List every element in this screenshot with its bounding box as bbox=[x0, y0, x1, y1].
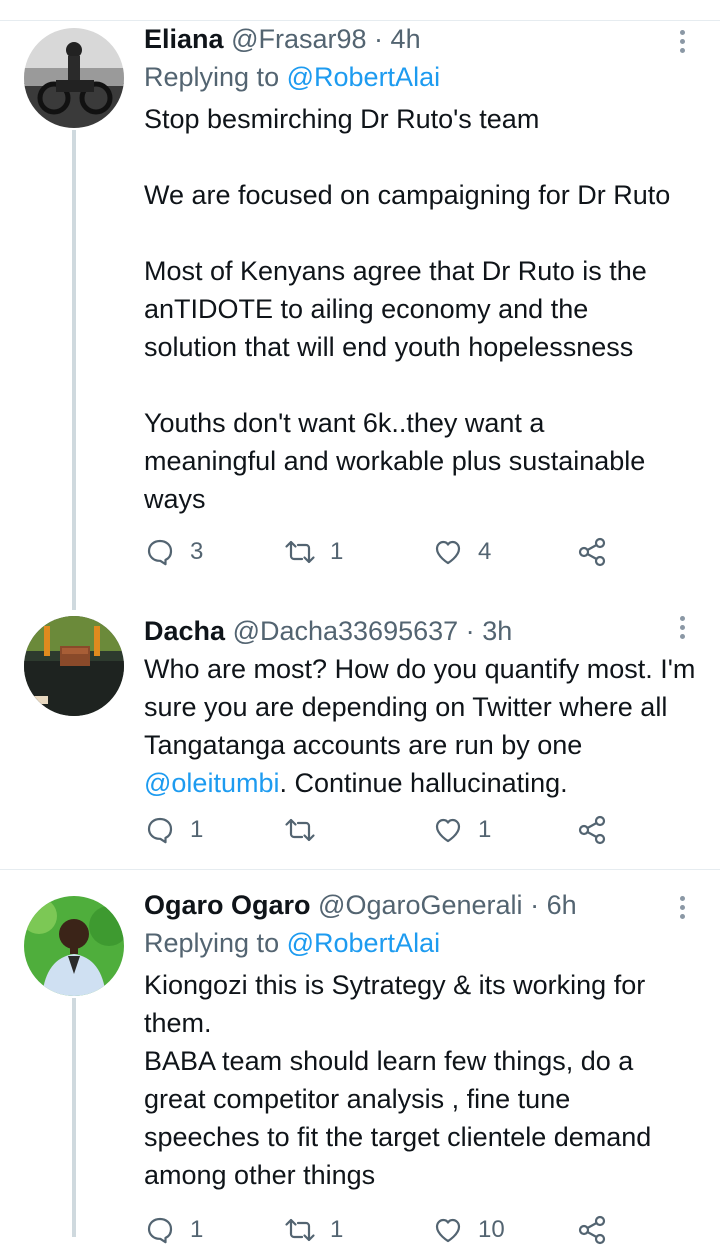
heart-icon bbox=[435, 540, 461, 565]
mention-link[interactable]: @RobertAlai bbox=[287, 62, 440, 92]
more-options-icon[interactable] bbox=[680, 30, 688, 57]
share-button[interactable] bbox=[576, 814, 608, 846]
tweet-header: Dacha @Dacha33695637 · 3h bbox=[144, 614, 696, 648]
more-options-icon[interactable] bbox=[680, 616, 688, 643]
tweet-paragraph: We are focused on campaigning for Dr Rut… bbox=[144, 180, 671, 210]
retweet-count: 1 bbox=[330, 1216, 344, 1243]
user-handle[interactable]: @Dacha33695637 bbox=[233, 616, 459, 646]
reply-button[interactable]: 1 bbox=[144, 1214, 203, 1246]
more-options-icon[interactable] bbox=[680, 896, 688, 923]
retweet-icon bbox=[285, 540, 315, 564]
retweet-icon bbox=[285, 818, 315, 842]
display-name[interactable]: Dacha bbox=[144, 616, 225, 646]
tweet-header: Ogaro Ogaro @OgaroGenerali · 6h bbox=[144, 888, 696, 922]
like-count: 4 bbox=[478, 538, 492, 565]
thread-line bbox=[72, 998, 76, 1237]
tweet-paragraph: BABA team should learn few things, do a … bbox=[144, 1046, 652, 1190]
reply-count: 1 bbox=[190, 1216, 204, 1243]
like-count: 1 bbox=[478, 816, 492, 843]
tweet-header: Eliana @Frasar98 · 4h bbox=[144, 22, 696, 56]
separator-dot: · bbox=[530, 890, 540, 920]
share-icon bbox=[578, 815, 606, 845]
display-name[interactable]: Ogaro Ogaro bbox=[144, 890, 311, 920]
tweet-text: Kiongozi this is Sytrategy & its working… bbox=[144, 966, 689, 1194]
reply-icon bbox=[147, 817, 173, 844]
reply-icon bbox=[147, 1217, 173, 1244]
retweet-button[interactable]: 1 bbox=[284, 536, 343, 568]
timestamp[interactable]: 3h bbox=[482, 616, 512, 646]
reply-button[interactable]: 3 bbox=[144, 536, 203, 568]
tweet-eliana[interactable]: Eliana @Frasar98 · 4h Replying to @Rober… bbox=[0, 20, 720, 610]
tweet-paragraph: Stop besmirching Dr Ruto's team bbox=[144, 104, 540, 134]
share-button[interactable] bbox=[576, 1214, 608, 1246]
retweet-count: 1 bbox=[330, 538, 344, 565]
user-handle[interactable]: @OgaroGenerali bbox=[318, 890, 523, 920]
heart-icon bbox=[435, 818, 461, 843]
tweet-ogaro[interactable]: Ogaro Ogaro @OgaroGenerali · 6h Replying… bbox=[0, 870, 720, 1245]
share-icon bbox=[578, 537, 606, 567]
reply-count: 1 bbox=[190, 816, 204, 843]
like-button[interactable]: 4 bbox=[432, 536, 491, 568]
tweet-actions: 1 1 10 bbox=[144, 1214, 624, 1254]
replying-to: Replying to @RobertAlai bbox=[144, 928, 441, 958]
reply-icon bbox=[147, 539, 173, 566]
replying-to: Replying to @RobertAlai bbox=[144, 62, 441, 92]
separator-dot: · bbox=[465, 616, 475, 646]
display-name[interactable]: Eliana bbox=[144, 24, 224, 54]
mention-link[interactable]: @oleitumbi bbox=[144, 768, 279, 798]
heart-icon bbox=[435, 1218, 461, 1243]
tweet-actions: 1 1 bbox=[144, 814, 624, 854]
reply-button[interactable]: 1 bbox=[144, 814, 203, 846]
tweet-text: Who are most? How do you quantify most. … bbox=[144, 650, 704, 802]
separator-dot: · bbox=[374, 24, 384, 54]
tweet-paragraph: Most of Kenyans agree that Dr Ruto is th… bbox=[144, 256, 647, 362]
like-count: 10 bbox=[478, 1216, 505, 1243]
tweet-actions: 3 1 4 bbox=[144, 536, 624, 576]
avatar[interactable] bbox=[24, 896, 124, 996]
retweet-icon bbox=[285, 1218, 315, 1242]
like-button[interactable]: 10 bbox=[432, 1214, 505, 1246]
thread-line bbox=[72, 130, 76, 610]
tweet-paragraph: Youths don't want 6k..they want a meanin… bbox=[144, 408, 646, 514]
retweet-button[interactable] bbox=[284, 814, 330, 846]
tweet-body: Who are most? How do you quantify most. … bbox=[144, 654, 696, 760]
share-button[interactable] bbox=[576, 536, 608, 568]
like-button[interactable]: 1 bbox=[432, 814, 491, 846]
tweet-paragraph: Kiongozi this is Sytrategy & its working… bbox=[144, 970, 646, 1038]
reply-count: 3 bbox=[190, 538, 204, 565]
avatar[interactable] bbox=[24, 28, 124, 128]
timestamp[interactable]: 4h bbox=[391, 24, 421, 54]
retweet-button[interactable]: 1 bbox=[284, 1214, 343, 1246]
tweet-dacha[interactable]: Dacha @Dacha33695637 · 3h Who are most? … bbox=[0, 610, 720, 868]
user-handle[interactable]: @Frasar98 bbox=[231, 24, 366, 54]
avatar[interactable] bbox=[24, 616, 124, 716]
timestamp[interactable]: 6h bbox=[547, 890, 577, 920]
tweet-body-end: . Continue hallucinating. bbox=[279, 768, 568, 798]
share-icon bbox=[578, 1215, 606, 1245]
tweet-text: Stop besmirching Dr Ruto's team We are f… bbox=[144, 100, 704, 518]
mention-link[interactable]: @RobertAlai bbox=[287, 928, 440, 958]
